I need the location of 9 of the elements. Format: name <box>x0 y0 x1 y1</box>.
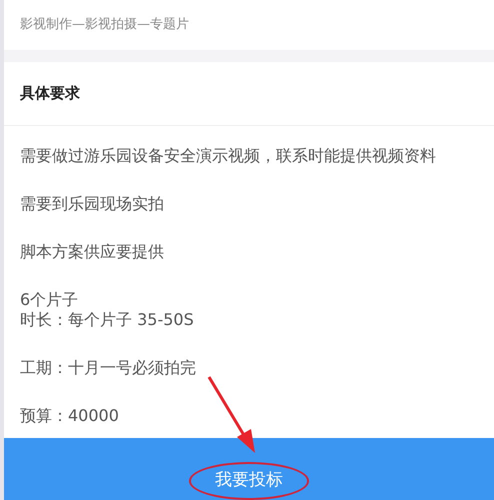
requirement-text: 6个片子 时长：每个片子 35-50S <box>20 290 195 330</box>
requirement-text: 预算：40000 <box>20 406 120 426</box>
requirement-text: 需要到乐园现场实拍 <box>20 194 165 214</box>
category-path: 影视制作—影视拍摄—专题片 <box>20 16 189 34</box>
bid-button[interactable]: 我要投标 <box>189 462 309 500</box>
requirement-text: 工期：十月一号必须拍完 <box>20 358 197 378</box>
requirement-text: 需要做过游乐园设备安全演示视频，联系时能提供视频资料 <box>20 146 437 166</box>
section-title: 具体要求 <box>20 83 80 104</box>
requirement-text: 脚本方案供应要提供 <box>20 242 165 262</box>
